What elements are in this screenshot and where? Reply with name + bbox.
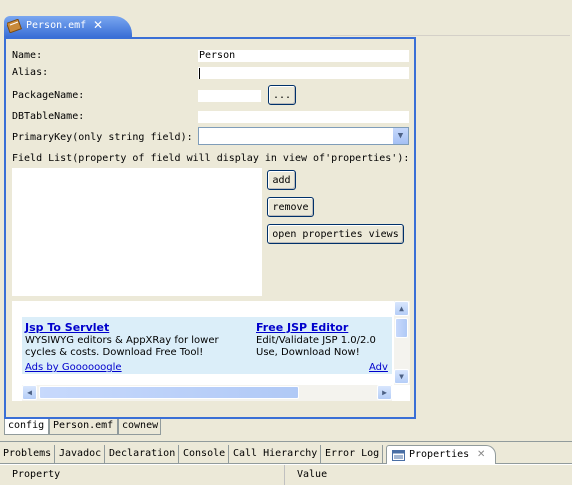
remove-field-button[interactable]: remove [267,197,314,217]
editor-tab-strip: Person.emf ✕ [0,0,572,37]
primary-key-select[interactable]: ▼ [198,127,409,145]
advertise-link[interactable]: Adv [369,362,388,373]
scroll-right-icon[interactable]: ▶ [377,385,392,400]
close-icon[interactable]: ✕ [93,18,103,32]
name-label: Name: [12,50,43,61]
page-tab-config[interactable]: config [4,419,49,435]
ad-vertical-scrollbar[interactable]: ▲ ▼ [394,301,410,385]
horizontal-scroll-thumb[interactable] [39,386,299,399]
properties-view-icon [392,450,405,461]
close-icon[interactable]: ✕ [477,446,485,463]
tab-console[interactable]: Console [180,445,230,464]
ad-content: Jsp To Servlet WYSIWYG editors & AppXRay… [22,317,392,374]
editor-tab-title: Person.emf [26,20,87,31]
scroll-down-icon[interactable]: ▼ [394,369,409,384]
emf-file-icon [7,19,22,33]
ads-by-google-link[interactable]: Ads by Goooooogle [25,362,122,373]
alias-label: Alias: [12,67,49,78]
tab-strip-border [330,0,570,36]
dbtable-label: DBTableName: [12,111,85,122]
tab-problems[interactable]: Problems [0,445,56,464]
ad-text: cycles & costs. Download Free Tool! [25,347,204,358]
scroll-left-icon[interactable]: ◀ [22,385,37,400]
views-panel: Problems Javadoc Declaration Console Cal… [0,441,572,487]
page-tab-cownew[interactable]: cownew [118,419,161,435]
ad-horizontal-scrollbar[interactable]: ◀ ▶ [22,385,392,401]
scroll-up-icon[interactable]: ▲ [394,301,409,316]
text-caret [199,68,200,79]
editor-panel: Name: Person Alias: PackageName: ... DBT… [4,37,416,419]
name-field[interactable]: Person [198,50,409,62]
ad-link-free-jsp-editor[interactable]: Free JSP Editor [256,321,348,334]
dbtable-field[interactable] [198,111,409,123]
view-tab-bar: Problems Javadoc Declaration Console Cal… [0,442,572,464]
column-header-value[interactable]: Value [285,465,572,485]
field-list-label: Field List(property of field will displa… [12,153,410,164]
tab-properties[interactable]: Properties ✕ [386,445,496,464]
tab-properties-label: Properties [409,449,470,460]
properties-table-header: Property Value [0,465,572,485]
editor-tab-person-emf[interactable]: Person.emf ✕ [4,16,132,37]
page-tab-person-emf[interactable]: Person.emf [49,419,118,435]
primary-key-label: PrimaryKey(only string field): [12,132,193,143]
ad-panel: Jsp To Servlet WYSIWYG editors & AppXRay… [12,301,410,401]
ad-text: WYSIWYG editors & AppXRay for lower [25,335,219,346]
tab-error-log[interactable]: Error Log [322,445,384,464]
tab-javadoc[interactable]: Javadoc [56,445,106,464]
ad-text: Edit/Validate JSP 1.0/2.0 [256,335,376,346]
package-field[interactable] [198,90,261,102]
browse-package-button[interactable]: ... [268,85,296,105]
ad-text: Use, Download Now! [256,347,360,358]
open-properties-views-button[interactable]: open properties views [267,224,404,244]
ad-link-jsp-to-servlet[interactable]: Jsp To Servlet [25,321,109,334]
alias-field[interactable] [198,67,409,79]
package-label: PackageName: [12,90,85,101]
tab-declaration[interactable]: Declaration [106,445,180,464]
chevron-down-icon[interactable]: ▼ [392,128,408,144]
column-header-property[interactable]: Property [0,465,285,485]
add-field-button[interactable]: add [267,170,296,190]
tab-call-hierarchy[interactable]: Call Hierarchy [230,445,322,464]
field-list[interactable] [12,168,262,296]
vertical-scroll-thumb[interactable] [395,318,408,338]
